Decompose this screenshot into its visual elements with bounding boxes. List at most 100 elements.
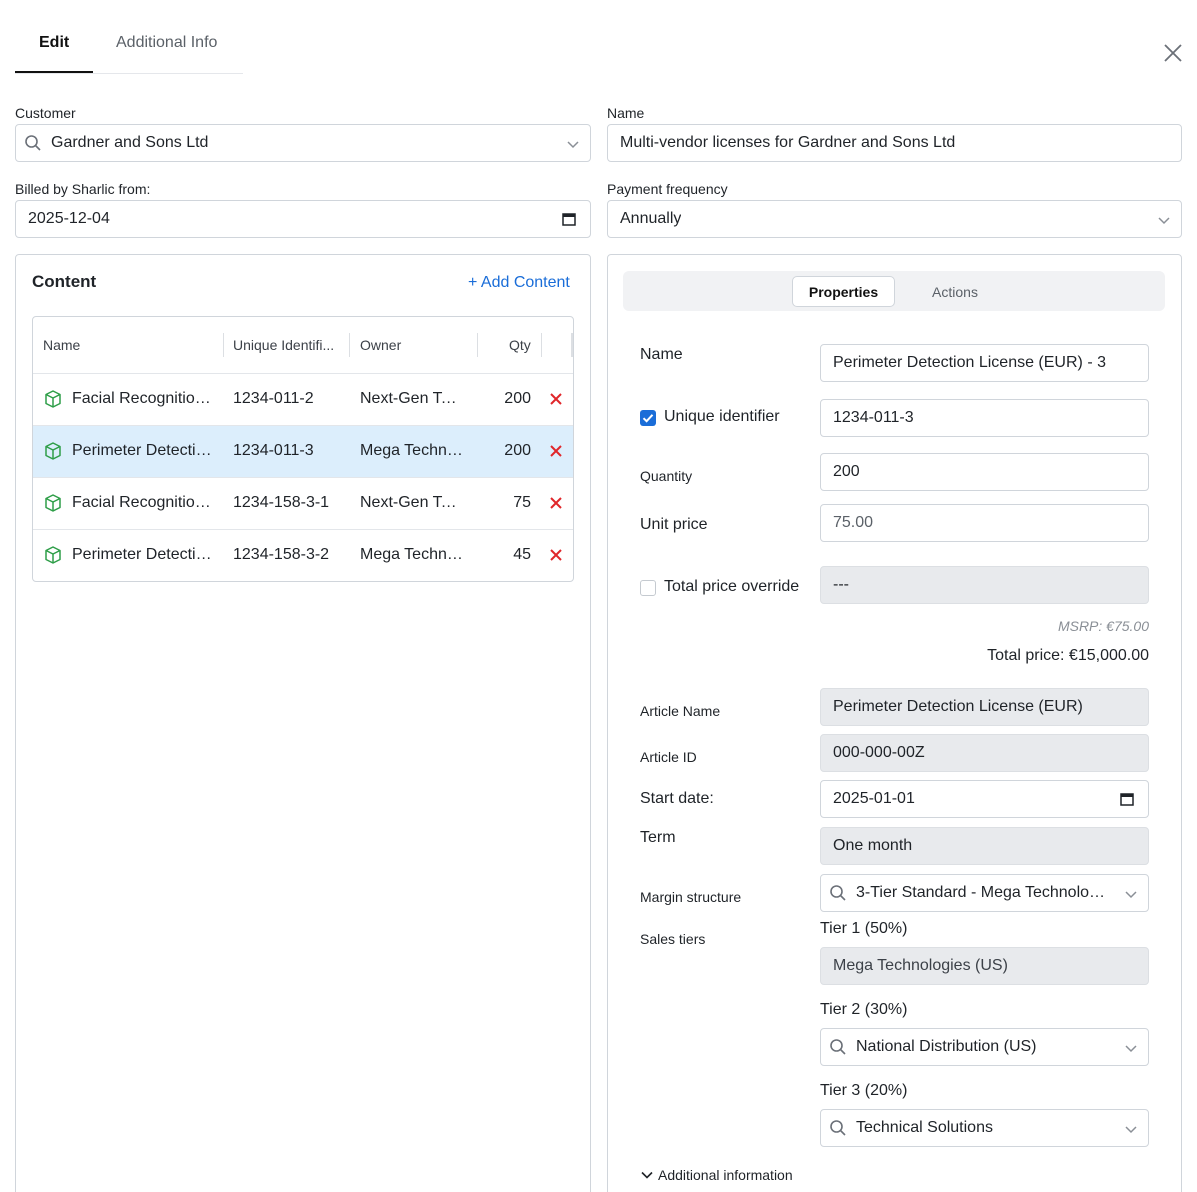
payment-value: Annually <box>620 210 682 227</box>
cell-uid: 1234-158-3-1 <box>233 494 330 511</box>
billed-value: 2025-12-04 <box>28 210 110 227</box>
unique-identifier-checkbox[interactable] <box>640 410 656 426</box>
total-price-override-value: --- <box>833 576 849 593</box>
cell-owner: Next-Gen Technologies <box>360 494 464 511</box>
column-separator[interactable] <box>223 333 224 357</box>
name-input[interactable]: Multi-vendor licenses for Gardner and So… <box>607 124 1182 162</box>
customer-select[interactable]: Gardner and Sons Ltd <box>15 124 591 162</box>
package-icon <box>45 390 61 408</box>
delete-icon[interactable] <box>549 496 563 510</box>
tier1-field: Mega Technologies (US) <box>820 947 1149 985</box>
article-name-label: Article Name <box>640 703 721 719</box>
cell-name: Perimeter Detection License <box>72 442 212 459</box>
cell-owner: Next-Gen Technologies <box>360 390 464 407</box>
cell-qty: 75 <box>513 494 531 511</box>
delete-icon[interactable] <box>549 392 563 406</box>
tab-edit[interactable]: Edit <box>39 34 69 52</box>
check-icon <box>642 414 654 423</box>
column-separator[interactable] <box>571 333 573 357</box>
chevron-down-icon <box>1125 1126 1137 1134</box>
top-tabs: Edit Additional Info <box>15 18 243 74</box>
delete-icon[interactable] <box>549 444 563 458</box>
add-content-button[interactable]: + Add Content <box>468 274 570 292</box>
tier3-label: Tier 3 (20%) <box>820 1082 908 1099</box>
cell-owner: Mega Technologies <box>360 442 464 459</box>
cell-uid: 1234-011-2 <box>233 390 314 407</box>
column-header-owner[interactable]: Owner <box>360 337 401 353</box>
cell-name: Facial Recognition License <box>72 494 212 511</box>
article-name-value: Perimeter Detection License (EUR) <box>833 698 1083 715</box>
content-title: Content <box>32 272 97 291</box>
prop-name-input[interactable]: Perimeter Detection License (EUR) - 3 <box>820 344 1149 382</box>
start-date-input[interactable]: 2025-01-01 <box>820 780 1149 818</box>
article-id-label: Article ID <box>640 749 697 765</box>
name-value: Multi-vendor licenses for Gardner and So… <box>620 134 956 151</box>
content-table: Name Unique Identifi... Owner Qty Facial… <box>32 316 574 582</box>
column-header-name[interactable]: Name <box>43 337 80 353</box>
active-tab-indicator <box>15 71 93 73</box>
margin-structure-value: 3-Tier Standard - Mega Technologies <box>856 884 1112 901</box>
sales-tiers-label: Sales tiers <box>640 931 706 947</box>
unit-price-label: Unit price <box>640 516 708 533</box>
article-name-field: Perimeter Detection License (EUR) <box>820 688 1149 726</box>
chevron-down-icon <box>1158 217 1170 225</box>
tab-properties[interactable]: Properties <box>792 276 895 307</box>
unique-identifier-input[interactable]: 1234-011-3 <box>820 399 1149 437</box>
cell-name: Facial Recognition License <box>72 390 212 407</box>
term-field: One month <box>820 827 1149 865</box>
column-header-uid[interactable]: Unique Identifi... <box>233 337 334 353</box>
tier1-value: Mega Technologies (US) <box>833 957 1008 974</box>
tab-actions[interactable]: Actions <box>905 276 1005 307</box>
tab-additional-info[interactable]: Additional Info <box>116 34 217 52</box>
article-id-field: 000-000-00Z <box>820 734 1149 772</box>
billed-date-input[interactable]: 2025-12-04 <box>15 200 591 238</box>
cell-qty: 45 <box>513 546 531 563</box>
total-price-override-checkbox[interactable] <box>640 580 656 596</box>
margin-structure-select[interactable]: 3-Tier Standard - Mega Technologies <box>820 874 1149 912</box>
properties-segmented-control: Properties Actions <box>623 271 1165 311</box>
tier2-value: National Distribution (US) <box>856 1038 1037 1055</box>
column-separator[interactable] <box>541 333 542 357</box>
term-value: One month <box>833 837 913 854</box>
tier1-label: Tier 1 (50%) <box>820 920 908 937</box>
tier3-select[interactable]: Technical Solutions <box>820 1109 1149 1147</box>
table-row[interactable]: Perimeter Detection License 1234-158-3-2 M… <box>33 529 573 581</box>
search-icon <box>830 885 846 901</box>
cell-uid: 1234-158-3-2 <box>233 546 330 563</box>
term-label: Term <box>640 829 676 846</box>
additional-information-toggle[interactable]: Additional information <box>640 1167 793 1183</box>
close-icon[interactable] <box>1162 42 1184 64</box>
payment-label: Payment frequency <box>607 181 728 197</box>
search-icon <box>25 135 41 151</box>
additional-information-label: Additional information <box>658 1167 793 1183</box>
msrp-text: MSRP: €75.00 <box>1057 618 1149 634</box>
package-icon <box>45 494 61 512</box>
unit-price-input[interactable]: 75.00 <box>820 504 1149 542</box>
calendar-icon[interactable] <box>562 212 576 226</box>
delete-icon[interactable] <box>549 548 563 562</box>
table-row[interactable]: Facial Recognition License 1234-158-3-1 Ne… <box>33 477 573 529</box>
chevron-down-icon <box>1125 891 1137 899</box>
article-id-value: 000-000-00Z <box>833 744 925 761</box>
package-icon <box>45 442 61 460</box>
start-date-value: 2025-01-01 <box>833 790 915 807</box>
table-row[interactable]: Facial Recognition License 1234-011-2 Next… <box>33 373 573 425</box>
quantity-label: Quantity <box>640 468 693 484</box>
chevron-down-icon <box>1125 1045 1137 1053</box>
column-separator[interactable] <box>477 333 478 357</box>
prop-name-value: Perimeter Detection License (EUR) - 3 <box>833 354 1106 371</box>
column-header-qty[interactable]: Qty <box>509 337 531 353</box>
quantity-input[interactable]: 200 <box>820 453 1149 491</box>
margin-structure-label: Margin structure <box>640 889 742 905</box>
quantity-value: 200 <box>833 463 860 480</box>
column-separator[interactable] <box>349 333 350 357</box>
tier2-select[interactable]: National Distribution (US) <box>820 1028 1149 1066</box>
prop-name-label: Name <box>640 346 683 363</box>
payment-frequency-select[interactable]: Annually <box>607 200 1182 238</box>
cell-owner: Mega Technologies <box>360 546 464 563</box>
start-date-label: Start date: <box>640 790 714 807</box>
customer-label: Customer <box>15 105 76 121</box>
calendar-icon[interactable] <box>1120 792 1134 806</box>
cell-name: Perimeter Detection License <box>72 546 212 563</box>
table-row[interactable]: Perimeter Detection License 1234-011-3 Meg… <box>33 425 573 477</box>
